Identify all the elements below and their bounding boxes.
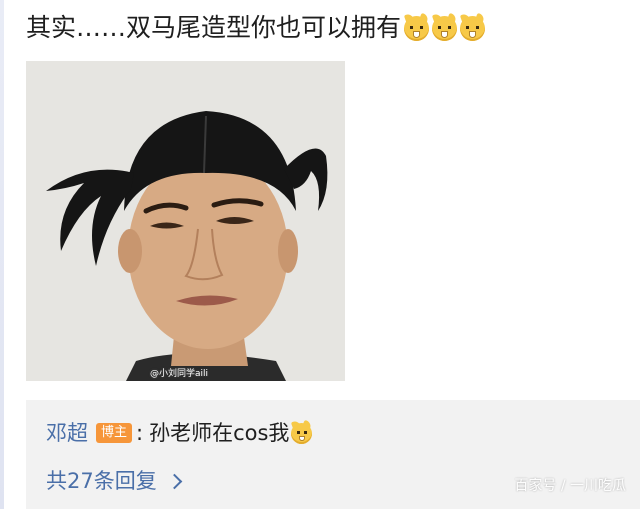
site-watermark: 百家号 / 一川吃瓜 bbox=[514, 478, 626, 494]
doge-emoji-icon bbox=[460, 15, 486, 41]
chevron-right-icon bbox=[166, 473, 183, 489]
blogger-badge: 博主 bbox=[96, 423, 133, 443]
post-text: 其实……双马尾造型你也可以拥有 bbox=[26, 12, 486, 44]
view-replies-link[interactable]: 共27条回复 bbox=[46, 466, 183, 496]
comment-line: 邓超 博主 : 孙老师在cos我 bbox=[46, 418, 313, 448]
doge-emoji-icon bbox=[291, 422, 313, 444]
doge-emoji-icon bbox=[432, 15, 458, 41]
post-text-content: 其实……双马尾造型你也可以拥有 bbox=[26, 13, 402, 42]
post-photo[interactable] bbox=[26, 61, 345, 381]
doge-emoji-icon bbox=[404, 15, 430, 41]
replies-label: 共27条回复 bbox=[46, 469, 157, 493]
photo-watermark: @小刘同学aili bbox=[150, 369, 209, 379]
comment-text: 孙老师在cos我 bbox=[149, 421, 290, 445]
comment-author[interactable]: 邓超 bbox=[46, 418, 88, 448]
comment-separator: : bbox=[136, 421, 144, 445]
left-edge-stripe bbox=[0, 0, 4, 509]
photo-illustration bbox=[26, 61, 345, 381]
